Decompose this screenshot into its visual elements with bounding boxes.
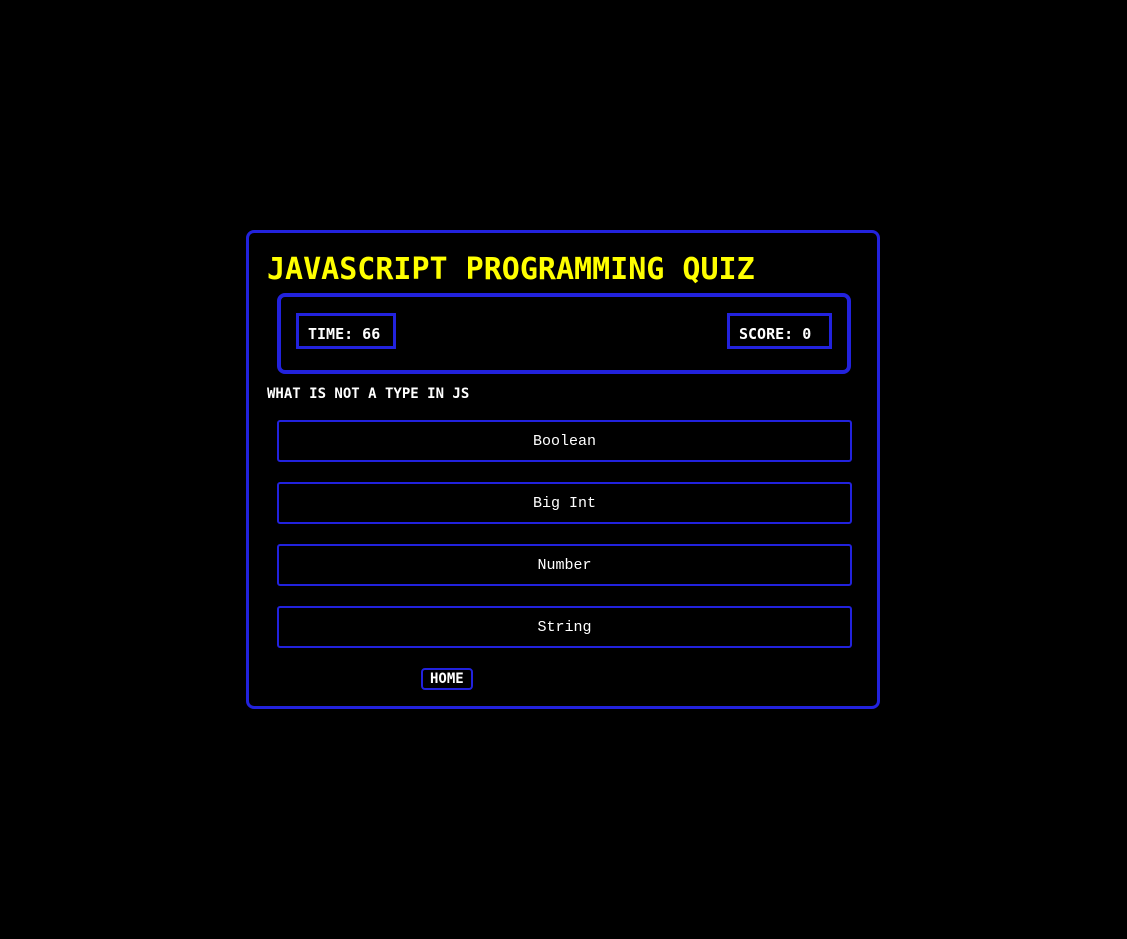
question-text: WHAT IS NOT A TYPE IN JS <box>267 386 470 402</box>
answer-button-number[interactable]: Number <box>277 544 852 586</box>
status-bar: TIME: 66 SCORE: 0 <box>277 293 851 374</box>
home-button[interactable]: HOME <box>421 668 473 690</box>
answer-button-boolean[interactable]: Boolean <box>277 420 852 462</box>
answer-list: Boolean Big Int Number String <box>277 420 852 668</box>
answer-button-big-int[interactable]: Big Int <box>277 482 852 524</box>
quiz-panel: JAVASCRIPT PROGRAMMING QUIZ TIME: 66 SCO… <box>246 230 880 709</box>
timer-display: TIME: 66 <box>296 313 396 349</box>
score-display: SCORE: 0 <box>727 313 832 349</box>
answer-button-string[interactable]: String <box>277 606 852 648</box>
quiz-title: JAVASCRIPT PROGRAMMING QUIZ <box>267 252 755 287</box>
